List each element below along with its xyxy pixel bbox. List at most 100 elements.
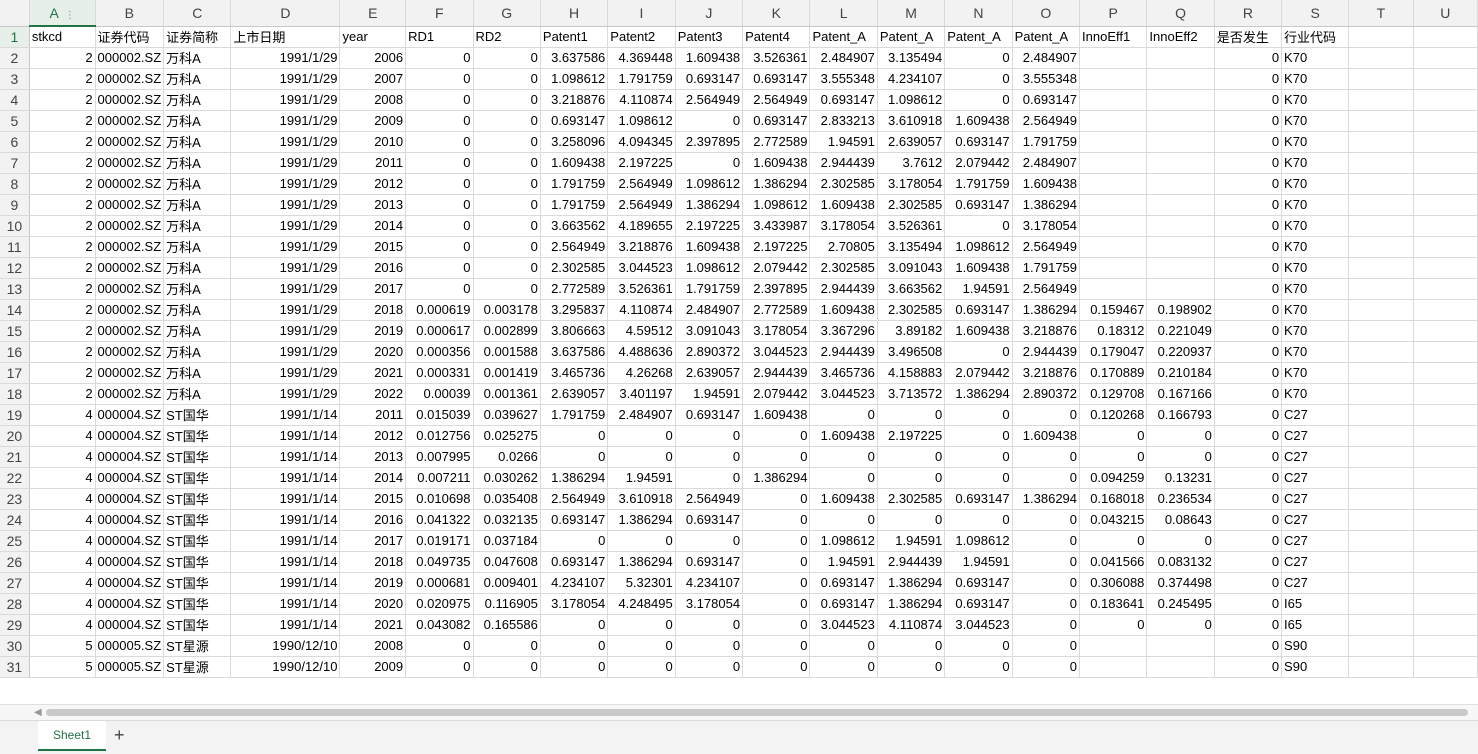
cell-j23[interactable]: 2.564949 — [675, 488, 744, 510]
column-header-p[interactable]: P — [1079, 0, 1148, 27]
cell-g5[interactable]: 0 — [473, 110, 541, 132]
cell-s15[interactable]: K70 — [1281, 320, 1350, 342]
cell-r24[interactable]: 0 — [1214, 509, 1283, 531]
column-header-c[interactable]: C — [163, 0, 232, 27]
cell-a19[interactable]: 4 — [29, 404, 96, 426]
cell-d19[interactable]: 1991/1/14 — [230, 404, 341, 426]
cell-o30[interactable]: 0 — [1012, 635, 1081, 657]
cell-c9[interactable]: 万科A — [163, 194, 232, 216]
cell-i27[interactable]: 5.32301 — [607, 572, 676, 594]
cell-k7[interactable]: 1.609438 — [742, 152, 811, 174]
cell-k1[interactable]: Patent4 — [742, 26, 811, 48]
cell-i24[interactable]: 1.386294 — [607, 509, 676, 531]
cell-p27[interactable]: 0.306088 — [1079, 572, 1148, 594]
cell-l14[interactable]: 1.609438 — [809, 299, 878, 321]
cell-h30[interactable]: 0 — [540, 635, 609, 657]
cell-p30[interactable] — [1079, 635, 1148, 657]
cell-m3[interactable]: 4.234107 — [877, 68, 946, 90]
cell-f24[interactable]: 0.041322 — [405, 509, 474, 531]
cell-r15[interactable]: 0 — [1214, 320, 1283, 342]
cell-u10[interactable] — [1413, 215, 1478, 237]
row-header[interactable]: 16 — [0, 341, 30, 363]
cell-a29[interactable]: 4 — [29, 614, 96, 636]
cell-n10[interactable]: 0 — [944, 215, 1013, 237]
cell-i30[interactable]: 0 — [607, 635, 676, 657]
column-header-g[interactable]: G — [473, 0, 541, 27]
add-sheet-button[interactable]: + — [114, 725, 125, 745]
cell-d24[interactable]: 1991/1/14 — [230, 509, 341, 531]
cell-u12[interactable] — [1413, 257, 1478, 279]
cell-q17[interactable]: 0.210184 — [1146, 362, 1215, 384]
cell-o5[interactable]: 2.564949 — [1012, 110, 1081, 132]
cell-s16[interactable]: K70 — [1281, 341, 1350, 363]
cell-h19[interactable]: 1.791759 — [540, 404, 609, 426]
cell-b21[interactable]: 000004.SZ — [95, 446, 165, 468]
row-header[interactable]: 24 — [0, 509, 30, 531]
cell-c16[interactable]: 万科A — [163, 341, 232, 363]
cell-h15[interactable]: 3.806663 — [540, 320, 609, 342]
row-header[interactable]: 19 — [0, 404, 30, 426]
cell-g14[interactable]: 0.003178 — [473, 299, 541, 321]
cell-e14[interactable]: 2018 — [339, 299, 407, 321]
cell-s25[interactable]: C27 — [1281, 530, 1350, 552]
cell-o22[interactable]: 0 — [1012, 467, 1081, 489]
cell-u17[interactable] — [1413, 362, 1478, 384]
cell-a17[interactable]: 2 — [29, 362, 96, 384]
cell-b10[interactable]: 000002.SZ — [95, 215, 165, 237]
cell-c17[interactable]: 万科A — [163, 362, 232, 384]
cell-j2[interactable]: 1.609438 — [675, 47, 744, 69]
column-header-b[interactable]: B — [95, 0, 165, 27]
cell-g1[interactable]: RD2 — [473, 26, 541, 48]
cell-p13[interactable] — [1079, 278, 1148, 300]
cell-f27[interactable]: 0.000681 — [405, 572, 474, 594]
cell-m25[interactable]: 1.94591 — [877, 530, 946, 552]
column-header-a[interactable]: A ⋮ — [29, 0, 96, 27]
cell-g3[interactable]: 0 — [473, 68, 541, 90]
cell-o31[interactable]: 0 — [1012, 656, 1081, 678]
cell-n8[interactable]: 1.791759 — [944, 173, 1013, 195]
cell-f18[interactable]: 0.00039 — [405, 383, 474, 405]
cell-i23[interactable]: 3.610918 — [607, 488, 676, 510]
cell-i22[interactable]: 1.94591 — [607, 467, 676, 489]
cell-a24[interactable]: 4 — [29, 509, 96, 531]
cell-g4[interactable]: 0 — [473, 89, 541, 111]
cell-b20[interactable]: 000004.SZ — [95, 425, 165, 447]
cell-r2[interactable]: 0 — [1214, 47, 1283, 69]
cell-o21[interactable]: 0 — [1012, 446, 1081, 468]
cell-r30[interactable]: 0 — [1214, 635, 1283, 657]
cell-p10[interactable] — [1079, 215, 1148, 237]
cell-j14[interactable]: 2.484907 — [675, 299, 744, 321]
cell-c23[interactable]: ST国华 — [163, 488, 232, 510]
cell-u1[interactable] — [1413, 26, 1478, 48]
cell-c18[interactable]: 万科A — [163, 383, 232, 405]
cell-t27[interactable] — [1348, 572, 1414, 594]
row-header[interactable]: 21 — [0, 446, 30, 468]
cell-h7[interactable]: 1.609438 — [540, 152, 609, 174]
cell-b17[interactable]: 000002.SZ — [95, 362, 165, 384]
cell-q27[interactable]: 0.374498 — [1146, 572, 1215, 594]
row-header[interactable]: 20 — [0, 425, 30, 447]
cell-t19[interactable] — [1348, 404, 1414, 426]
cell-f16[interactable]: 0.000356 — [405, 341, 474, 363]
cell-l20[interactable]: 1.609438 — [809, 425, 878, 447]
cell-u21[interactable] — [1413, 446, 1478, 468]
cell-r8[interactable]: 0 — [1214, 173, 1283, 195]
cell-q25[interactable]: 0 — [1146, 530, 1215, 552]
cell-s13[interactable]: K70 — [1281, 278, 1350, 300]
cell-g27[interactable]: 0.009401 — [473, 572, 541, 594]
cell-p7[interactable] — [1079, 152, 1148, 174]
cell-n25[interactable]: 1.098612 — [944, 530, 1013, 552]
cell-r17[interactable]: 0 — [1214, 362, 1283, 384]
cell-p11[interactable] — [1079, 236, 1148, 258]
cell-d18[interactable]: 1991/1/29 — [230, 383, 341, 405]
cell-i15[interactable]: 4.59512 — [607, 320, 676, 342]
cell-n21[interactable]: 0 — [944, 446, 1013, 468]
cell-o6[interactable]: 1.791759 — [1012, 131, 1081, 153]
cell-s12[interactable]: K70 — [1281, 257, 1350, 279]
cell-d2[interactable]: 1991/1/29 — [230, 47, 341, 69]
cell-b4[interactable]: 000002.SZ — [95, 89, 165, 111]
cell-o7[interactable]: 2.484907 — [1012, 152, 1081, 174]
cell-n31[interactable]: 0 — [944, 656, 1013, 678]
cell-s14[interactable]: K70 — [1281, 299, 1350, 321]
cell-e2[interactable]: 2006 — [339, 47, 407, 69]
